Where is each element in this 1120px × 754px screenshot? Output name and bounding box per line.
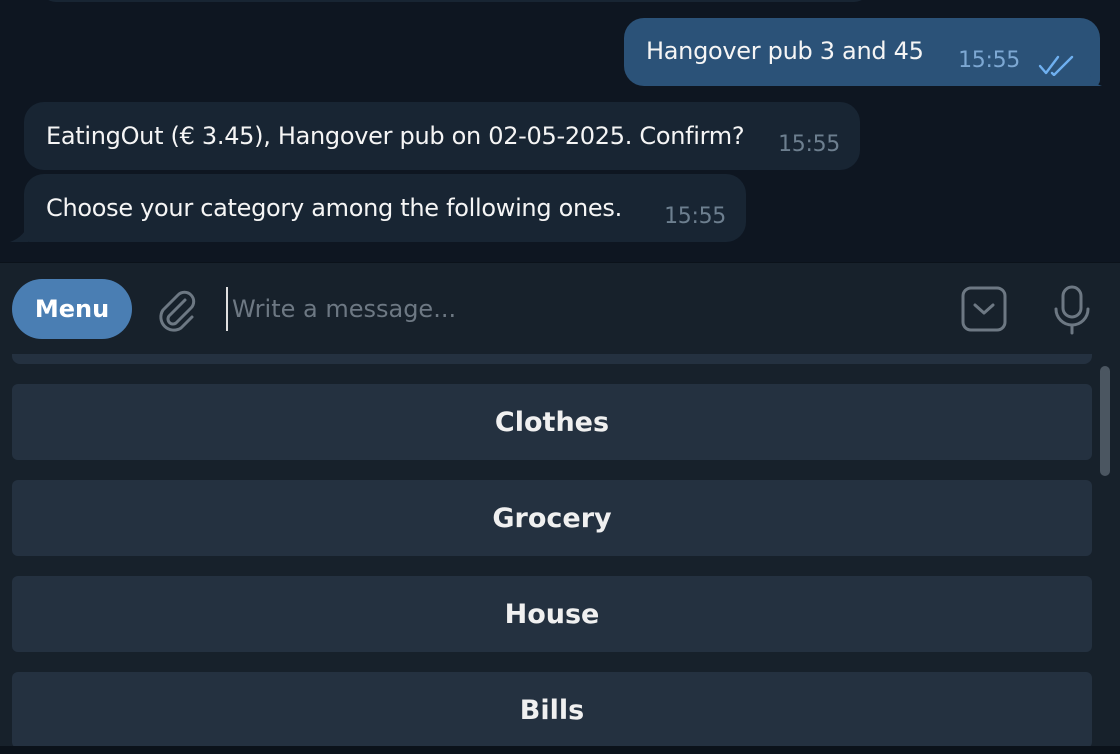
incoming-message[interactable]: EatingOut (€ 3.45), Hangover pub on 02-0… — [24, 102, 860, 170]
message-composer: Menu — [0, 262, 1120, 354]
keyboard-button-house[interactable]: House — [12, 576, 1092, 652]
keyboard-button-grocery[interactable]: Grocery — [12, 480, 1092, 556]
outgoing-bubble-tail — [1088, 68, 1102, 86]
keyboard-button-bills[interactable]: Bills — [12, 672, 1092, 748]
message-text: Hangover pub 3 and 45 — [646, 37, 924, 65]
incoming-bubble-tail — [10, 222, 28, 242]
outgoing-message[interactable]: Hangover pub 3 and 45 15:55 — [624, 18, 1100, 86]
menu-button[interactable]: Menu — [12, 279, 132, 339]
chat-history[interactable]: Hangover pub 3 and 45 15:55 EatingOut (€… — [0, 0, 1120, 262]
keyboard-button-clothes[interactable]: Clothes — [12, 384, 1092, 460]
paperclip-icon[interactable] — [154, 287, 200, 333]
message-time: 15:55 — [664, 204, 726, 229]
microphone-icon[interactable] — [1050, 283, 1094, 337]
message-time: 15:55 — [778, 132, 840, 157]
message-time: 15:55 — [958, 48, 1020, 73]
message-input[interactable] — [226, 287, 926, 331]
keyboard-row-partial — [12, 354, 1092, 364]
bottom-edge — [0, 746, 1120, 754]
previous-message-bubble — [40, 0, 870, 2]
bot-reply-keyboard: Clothes Grocery House Bills — [0, 354, 1120, 754]
keyboard-toggle-icon[interactable] — [960, 285, 1008, 333]
double-check-icon — [1038, 55, 1074, 76]
incoming-message[interactable]: Choose your category among the following… — [24, 174, 746, 242]
message-text: EatingOut (€ 3.45), Hangover pub on 02-0… — [46, 122, 745, 150]
keyboard-scrollbar[interactable] — [1100, 366, 1110, 476]
message-text: Choose your category among the following… — [46, 194, 622, 222]
